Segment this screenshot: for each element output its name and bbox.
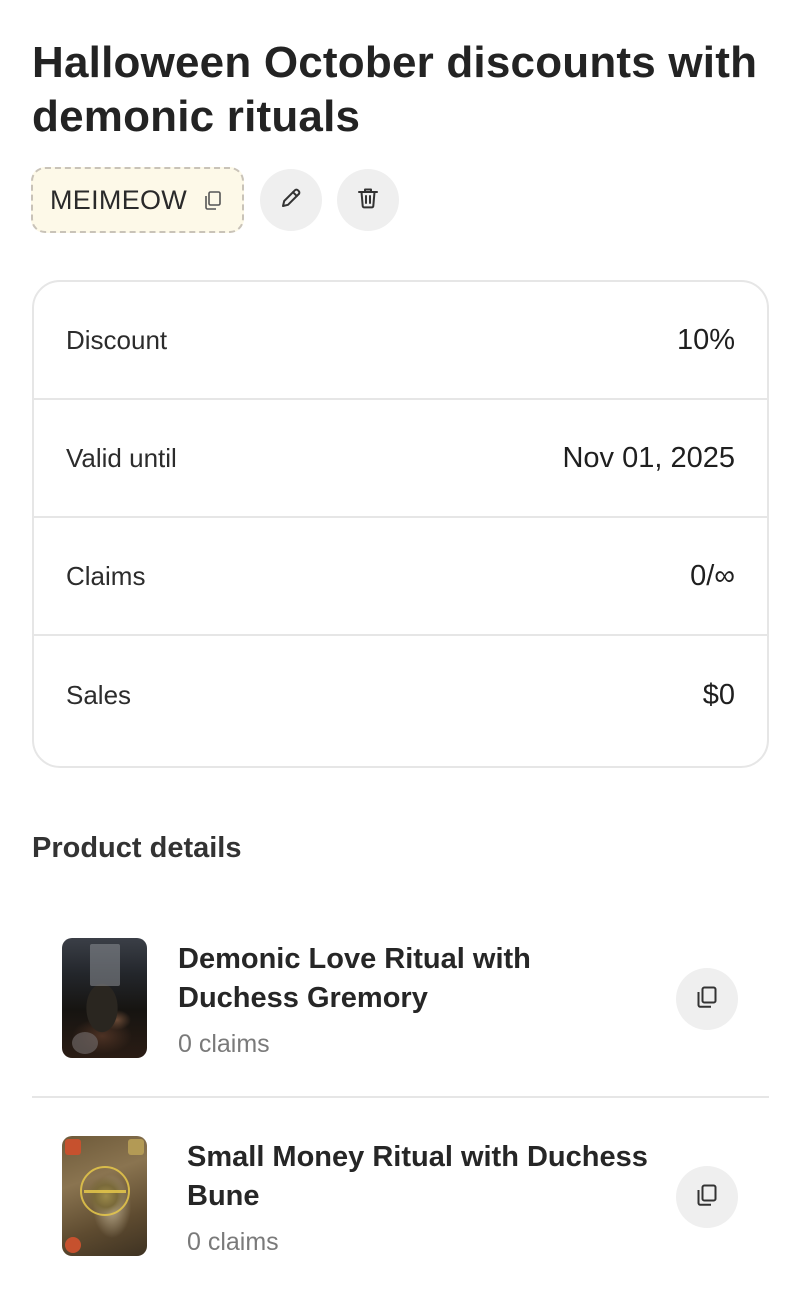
- stat-row-discount: Discount 10%: [34, 282, 767, 400]
- stat-row-sales: Sales $0: [34, 636, 767, 754]
- stat-row-valid-until: Valid until Nov 01, 2025: [34, 400, 767, 518]
- pencil-icon: [278, 185, 304, 216]
- product-item[interactable]: Demonic Love Ritual with Duchess Gremory…: [32, 920, 769, 1080]
- delete-button[interactable]: [337, 169, 399, 231]
- copy-icon[interactable]: [203, 190, 223, 210]
- divider: [32, 1096, 769, 1098]
- stat-label: Discount: [66, 324, 168, 355]
- product-name: Small Money Ritual with Duchess Bune: [187, 1141, 648, 1212]
- product-thumbnail: [62, 1136, 147, 1256]
- stat-value: $0: [702, 678, 735, 711]
- page-title: Halloween October discounts with demonic…: [32, 38, 758, 141]
- product-item[interactable]: Small Money Ritual with Duchess Bune 0 c…: [32, 1118, 769, 1278]
- discount-code: MEIMEOW: [50, 184, 188, 215]
- product-name: Demonic Love Ritual with Duchess Gremory: [178, 943, 531, 1014]
- discount-detail-page: Halloween October discounts with demonic…: [0, 0, 800, 1293]
- stat-value: 10%: [676, 323, 735, 356]
- stat-value: 0/∞: [690, 559, 735, 592]
- discount-code-chip[interactable]: MEIMEOW: [31, 167, 244, 233]
- copy-icon: [694, 1182, 720, 1213]
- copy-product-button[interactable]: [676, 968, 738, 1030]
- copy-icon: [694, 984, 720, 1015]
- stat-row-claims: Claims 0/∞: [34, 518, 767, 636]
- product-claims: 0 claims: [178, 1030, 270, 1058]
- stat-label: Claims: [66, 560, 146, 591]
- stat-label: Valid until: [66, 442, 177, 473]
- discount-stats-card: Discount 10% Valid until Nov 01, 2025 Cl…: [32, 280, 769, 768]
- trash-icon: [355, 185, 381, 216]
- stat-label: Sales: [66, 679, 132, 710]
- product-claims: 0 claims: [187, 1228, 279, 1256]
- stat-value: Nov 01, 2025: [562, 441, 735, 474]
- product-thumbnail: [62, 938, 147, 1058]
- product-details-heading: Product details: [32, 832, 242, 864]
- edit-button[interactable]: [260, 169, 322, 231]
- copy-product-button[interactable]: [676, 1166, 738, 1228]
